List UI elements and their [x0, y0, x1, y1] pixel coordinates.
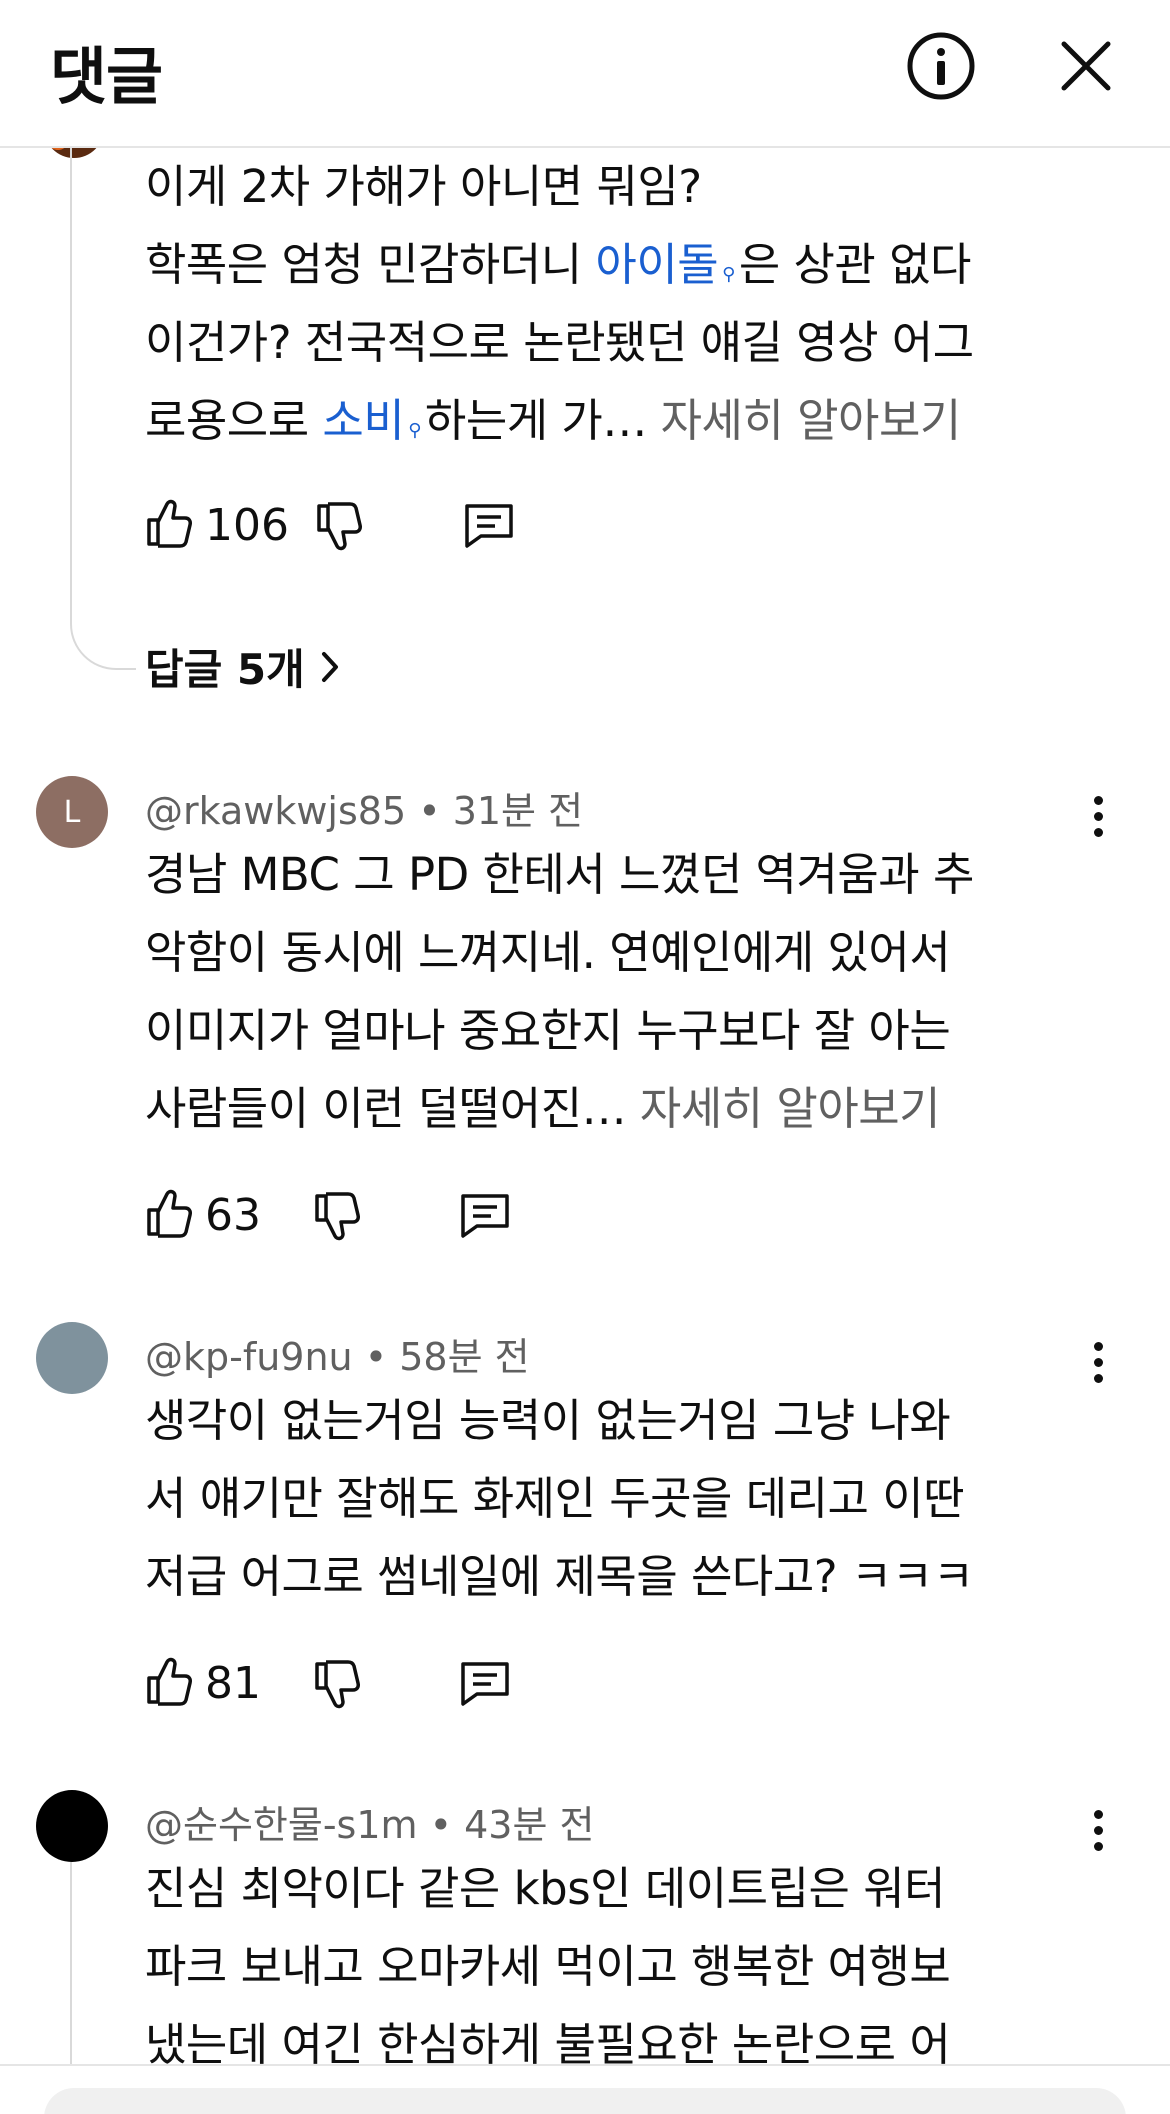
comment-text: 진심 최악이다 같은 kbs인 데이트립은 워터 파크 보내고 오마카세 먹이고… [145, 1862, 951, 2071]
replies-link[interactable]: 답글 5개 [145, 636, 341, 697]
comment-icon [461, 1662, 509, 1706]
author-name[interactable]: @rkawkwjs85 [145, 789, 406, 833]
thumbs-down-icon [315, 1192, 360, 1241]
search-icon: ⚲ [408, 420, 421, 441]
reply-button[interactable] [463, 502, 515, 554]
like-count: 106 [205, 500, 289, 551]
bottom-bar [0, 2064, 1170, 2114]
dislike-button[interactable] [313, 1192, 361, 1248]
comment-text: 경남 MBC 그 PD 한테서 느꼈던 역겨움과 추 악함이 동시에 느껴지네.… [145, 848, 974, 1135]
reply-button[interactable] [459, 1660, 511, 1712]
comment-icon [461, 1194, 509, 1238]
like-count: 81 [205, 1658, 261, 1709]
more-options-icon[interactable] [1086, 792, 1110, 840]
comment-actions: 106 [145, 496, 645, 556]
chevron-right-icon [321, 651, 338, 682]
thumbs-up-icon [147, 1657, 192, 1706]
replies-label: 답글 5개 [145, 645, 305, 694]
comment-meta: @순수한물-s1m • 43분 전 [145, 1803, 595, 1847]
dislike-button[interactable] [315, 502, 363, 558]
comments-header: 댓글 [0, 0, 1170, 148]
timestamp: 43분 전 [464, 1803, 595, 1847]
comment-text: 생각이 없는거임 능력이 없는거임 그냥 나와 서 얘기만 잘해도 화제인 두곳… [145, 1394, 974, 1603]
thread-line [70, 1842, 72, 2072]
reply-button[interactable] [459, 1192, 511, 1244]
thread-connector [70, 600, 136, 670]
more-options-icon[interactable] [1086, 1338, 1110, 1386]
comment-text: 이게 2차 가해가 아니면 뭐임? 학폭은 엄청 민감하더니 아이돌 ⚲은 상관 … [145, 160, 974, 447]
author-name[interactable]: @kp-fu9nu [145, 1335, 353, 1379]
timestamp: 31분 전 [452, 789, 584, 833]
like-button[interactable] [145, 1654, 193, 1710]
comment-icon [465, 504, 513, 548]
thread-line [70, 148, 72, 608]
close-icon[interactable] [1054, 34, 1118, 98]
thumbs-up-icon [147, 1189, 192, 1238]
avatar[interactable] [36, 1322, 108, 1394]
like-count: 63 [205, 1190, 261, 1241]
like-button[interactable] [145, 496, 193, 552]
info-icon[interactable] [905, 30, 977, 102]
thumbs-up-icon [147, 499, 192, 548]
thumbs-down-icon [317, 502, 362, 551]
read-more-link[interactable]: 자세히 알아보기 [640, 1082, 941, 1135]
search-icon: ⚲ [722, 264, 735, 285]
page-title: 댓글 [50, 40, 163, 113]
keyword-link[interactable]: 아이돌 [595, 238, 718, 291]
like-button[interactable] [145, 1186, 193, 1242]
comment-meta: @kp-fu9nu • 58분 전 [145, 1335, 530, 1379]
avatar[interactable]: L [36, 776, 108, 848]
timestamp: 58분 전 [399, 1335, 530, 1379]
dislike-button[interactable] [313, 1660, 361, 1716]
comment-input[interactable] [44, 2088, 1126, 2114]
more-options-icon[interactable] [1086, 1806, 1110, 1854]
avatar[interactable] [36, 1790, 108, 1862]
thumbs-down-icon [315, 1660, 360, 1709]
comment-actions: 81 [145, 1654, 645, 1714]
read-more-link[interactable]: 자세히 알아보기 [661, 394, 962, 447]
comment-meta: @rkawkwjs85 • 31분 전 [145, 789, 584, 833]
comment-actions: 63 [145, 1186, 645, 1246]
author-name[interactable]: @순수한물-s1m [145, 1803, 418, 1847]
keyword-link[interactable]: 소비 [322, 394, 404, 447]
